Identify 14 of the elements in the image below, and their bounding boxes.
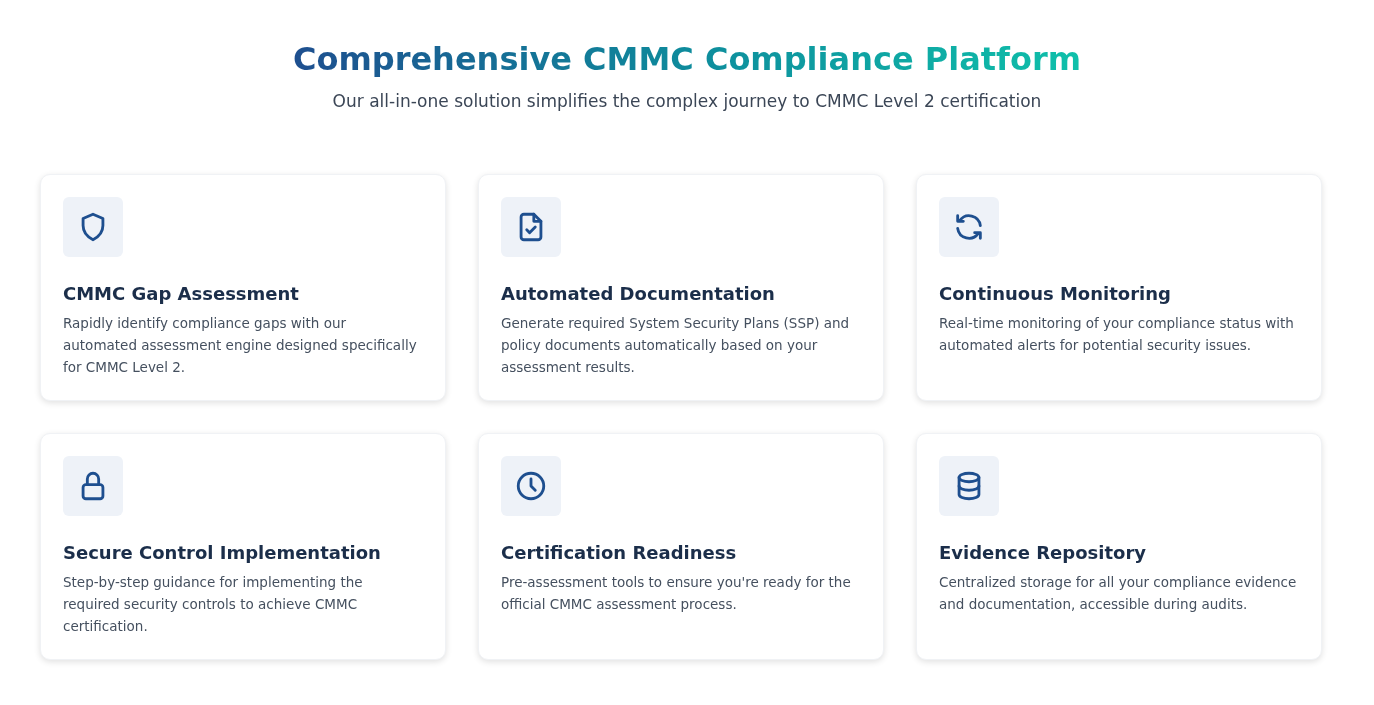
page-subtitle: Our all-in-one solution simplifies the complex journey to CMMC Level 2 certification — [331, 90, 1043, 112]
feature-title: Certification Readiness — [501, 542, 738, 563]
feature-description: Real-time monitoring of your compliance status with automated alerts for potential security issues. — [939, 314, 1295, 355]
feature-description: Centralized storage for all your compliance evidence and documentation, accessible during audits. — [939, 573, 1298, 614]
feature-description: Step-by-step guidance for implementing the required security controls to achieve CMMC certification. — [63, 573, 364, 636]
feature-title: CMMC Gap Assessment — [63, 283, 300, 304]
feature-description: Generate required System Security Plans (SSP) and policy documents automatically based on your assessment results. — [501, 314, 851, 377]
feature-title: Continuous Monitoring — [939, 283, 1172, 304]
feature-title: Evidence Repository — [939, 542, 1148, 563]
feature-title: Secure Control Implementation — [63, 542, 382, 563]
clock-icon — [514, 469, 548, 503]
feature-description: Pre-assessment tools to ensure you're ready for the official CMMC assessment process. — [501, 573, 852, 614]
feature-description: Rapidly identify compliance gaps with our automated assessment engine designed specifically for CMMC Level 2. — [63, 314, 418, 377]
feature-title: Automated Documentation — [501, 283, 776, 304]
